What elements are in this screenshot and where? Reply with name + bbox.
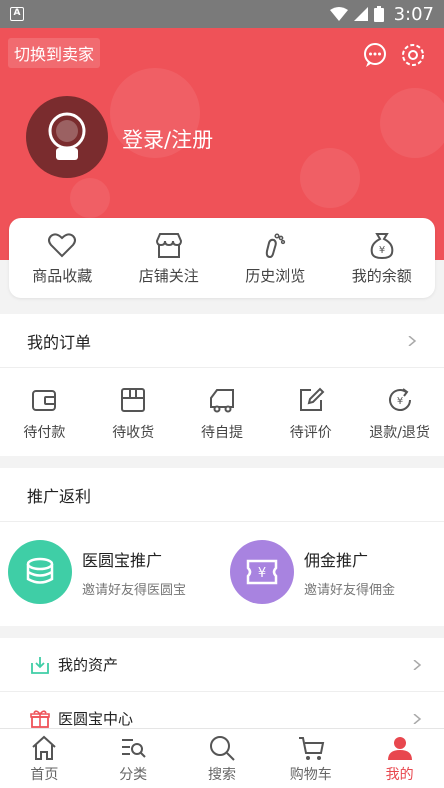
tab-label: 首页: [30, 766, 59, 783]
quick-link-label: 历史浏览: [245, 266, 306, 285]
settings-icon[interactable]: [400, 42, 426, 68]
home-icon: [32, 735, 57, 760]
chevron-right-icon: [408, 335, 417, 346]
order-status-row: 待付款 待收货 待自提 待评价 ¥ 退款/退货: [0, 368, 444, 442]
menu-item-label: 我的资产: [58, 656, 119, 674]
tab-profile[interactable]: 我的: [360, 734, 440, 784]
order-status-label: 待付款: [23, 425, 66, 441]
signal-icon: [353, 7, 368, 21]
decor-circle: [300, 148, 360, 208]
order-status-label: 待自提: [200, 425, 243, 441]
promotion-row: 医圆宝推广 邀请好友得医圆宝 ¥ 佣金推广 邀请好友得佣金: [0, 522, 444, 604]
order-status-label: 待收货: [112, 425, 155, 441]
order-pending-pickup[interactable]: 待自提: [178, 386, 266, 442]
quick-link-label: 店铺关注: [138, 266, 199, 285]
avatar-placeholder-icon: [48, 112, 86, 160]
orders-section: 我的订单 待付款 待收货 待自提 待评价 ¥ 退款/退货: [0, 314, 444, 456]
menu-item-label: 医圆宝中心: [58, 710, 134, 728]
section-title: 我的订单: [27, 332, 92, 352]
decor-circle: [380, 88, 444, 158]
truck-icon: [209, 389, 234, 413]
svg-text:¥: ¥: [258, 566, 266, 581]
cart-icon: [298, 736, 325, 760]
menu-item-assets[interactable]: 我的资产: [0, 638, 444, 692]
wallet-icon: [32, 390, 57, 411]
chevron-right-icon: [413, 659, 422, 670]
promo-subtitle: 邀请好友得佣金: [304, 582, 396, 598]
promo-text: 医圆宝推广 邀请好友得医圆宝: [82, 547, 186, 598]
promo-subtitle: 邀请好友得医圆宝: [82, 582, 187, 598]
tab-label: 我的: [385, 766, 414, 783]
quick-link-favorites[interactable]: 商品收藏: [12, 231, 112, 286]
order-refund[interactable]: ¥ 退款/退货: [356, 386, 444, 442]
tab-label: 搜索: [207, 766, 236, 783]
header-actions: [362, 42, 426, 68]
wifi-icon: [329, 7, 348, 21]
message-icon[interactable]: [362, 42, 388, 68]
promo-title: 佣金推广: [304, 550, 369, 570]
tab-cart[interactable]: 购物车: [271, 734, 351, 784]
assets-icon: [31, 656, 49, 674]
tab-label: 分类: [119, 766, 148, 783]
quick-link-balance[interactable]: ¥ 我的余额: [332, 231, 432, 286]
tab-category[interactable]: 分类: [93, 734, 173, 784]
refund-icon: ¥: [388, 388, 411, 411]
box-icon: [121, 388, 146, 412]
tab-label: 购物车: [289, 766, 332, 783]
quick-link-history[interactable]: 历史浏览: [225, 231, 325, 286]
tab-search[interactable]: 搜索: [182, 734, 262, 784]
money-bag-icon: ¥: [370, 232, 394, 259]
promotion-section: 推广返利 医圆宝推广 邀请好友得医圆宝 ¥ 佣金推广 邀请好友得佣金: [0, 468, 444, 626]
order-pending-receipt[interactable]: 待收货: [89, 386, 177, 442]
user-icon: [387, 736, 412, 760]
order-pending-payment[interactable]: 待付款: [0, 386, 88, 442]
switch-to-seller-button[interactable]: 切换到卖家: [8, 38, 101, 68]
login-register-link[interactable]: 登录/注册: [122, 124, 213, 154]
edit-icon: [299, 387, 325, 411]
svg-text:¥: ¥: [396, 396, 402, 407]
tab-home[interactable]: 首页: [4, 734, 84, 784]
footprint-icon: [266, 232, 286, 258]
quick-links-card: 商品收藏 店铺关注 历史浏览 ¥ 我的余额: [9, 218, 435, 298]
status-right: 3:07: [329, 3, 434, 25]
battery-icon: [373, 6, 384, 22]
quick-link-label: 商品收藏: [32, 266, 93, 285]
yen-ticket-icon: ¥: [246, 559, 278, 585]
promo-title: 医圆宝推广: [82, 550, 163, 570]
avatar[interactable]: [26, 96, 108, 178]
promo-icon-circle: ¥: [230, 540, 294, 604]
section-title: 推广返利: [27, 486, 92, 506]
promo-commission[interactable]: ¥ 佣金推广 邀请好友得佣金: [222, 540, 444, 604]
chevron-right-icon: [413, 713, 422, 724]
search-icon: [209, 735, 235, 761]
decor-circle: [70, 178, 110, 218]
store-icon: [155, 232, 182, 258]
status-bar: A 3:07: [0, 0, 444, 28]
promo-text: 佣金推广 邀请好友得佣金: [304, 547, 395, 598]
screen: A 3:07 切换到卖家 登录/注册 商品收藏 店铺关注 历史浏览 ¥ 我的余额…: [0, 0, 444, 788]
promo-icon-circle: [8, 540, 72, 604]
quick-link-label: 我的余额: [351, 266, 412, 285]
heart-icon: [48, 232, 77, 257]
coins-icon: [26, 557, 54, 584]
promotion-header: 推广返利: [0, 468, 444, 522]
svg-text:¥: ¥: [379, 245, 385, 256]
status-indicator-icon: A: [10, 7, 24, 21]
category-icon: [122, 738, 146, 758]
bottom-tab-bar: 首页 分类 搜索 购物车 我的: [0, 728, 444, 788]
status-time: 3:07: [393, 3, 434, 25]
gift-icon: [30, 709, 50, 728]
quick-link-store-follow[interactable]: 店铺关注: [119, 231, 219, 286]
orders-header[interactable]: 我的订单: [0, 314, 444, 368]
order-status-label: 退款/退货: [369, 425, 430, 441]
order-status-label: 待评价: [289, 425, 332, 441]
promo-yiyuanbao[interactable]: 医圆宝推广 邀请好友得医圆宝: [0, 540, 222, 604]
order-pending-review[interactable]: 待评价: [267, 386, 355, 442]
